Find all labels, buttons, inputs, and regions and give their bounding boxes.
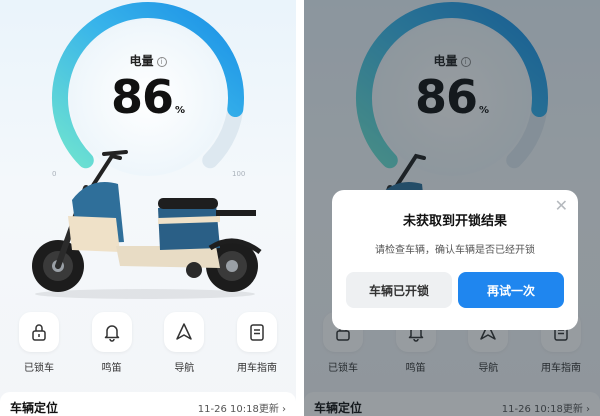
unlock-result-dialog: ✕ 未获取到开锁结果 请检查车辆，确认车辆是否已经开锁 车辆已开锁 再试一次 (332, 190, 578, 330)
battery-value: 86% (110, 70, 186, 124)
guide-icon (250, 324, 264, 341)
navigation-button[interactable]: 导航 (153, 312, 215, 374)
action-label: 已锁车 (24, 363, 54, 374)
action-label: 导航 (174, 363, 195, 374)
scooter-dashboard-screen: 电量 i 86% 0 100 已锁车 鸣笛 导航 用车指南 车辆定位 11-26… (0, 0, 296, 416)
vehicle-location-bar[interactable]: 车辆定位 11-26 10:18更新 › (0, 392, 296, 416)
location-title: 车辆定位 (10, 400, 59, 415)
dialog-message: 请检查车辆，确认车辆是否已经开锁 (375, 245, 535, 256)
vehicle-unlocked-button[interactable]: 车辆已开锁 (346, 272, 452, 308)
action-label: 用车指南 (236, 363, 277, 374)
quick-actions: 已锁车 鸣笛 导航 用车指南 (8, 312, 288, 374)
scooter-illustration (32, 150, 262, 299)
lock-icon (32, 324, 46, 341)
action-label: 鸣笛 (101, 363, 122, 374)
battery-label: 电量 i (0, 52, 296, 69)
dialog-title: 未获取到开锁结果 (402, 214, 507, 229)
lock-button[interactable]: 已锁车 (8, 312, 70, 374)
scooter-dashboard-screen-with-dialog: 电量 i 86% 已锁车 鸣笛 导航 用车指南 车辆定位 11-26 10:18更 (304, 0, 600, 416)
guide-button[interactable]: 用车指南 (226, 312, 288, 374)
retry-button[interactable]: 再试一次 (458, 272, 564, 308)
bell-icon (104, 325, 119, 342)
location-updated[interactable]: 11-26 10:18更新 › (198, 400, 286, 415)
info-icon[interactable]: i (156, 56, 167, 67)
horn-button[interactable]: 鸣笛 (81, 312, 143, 374)
navigation-icon (176, 323, 193, 340)
